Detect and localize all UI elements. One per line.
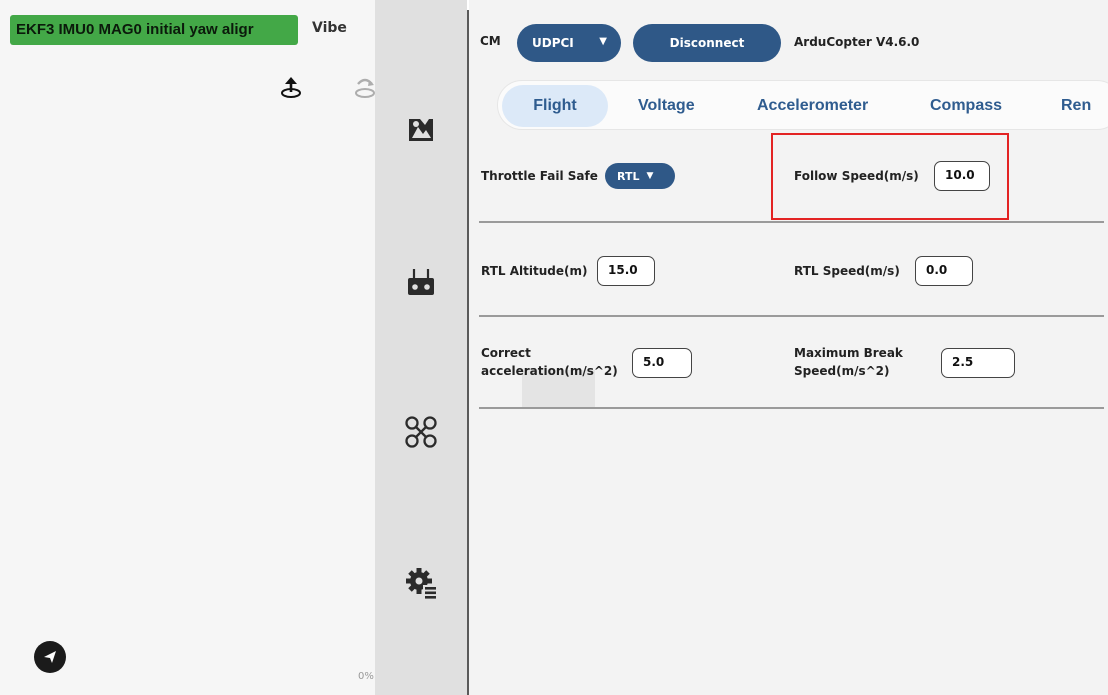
throttle-fail-safe-value: RTL: [617, 169, 640, 183]
rtl-altitude-field[interactable]: 15.0: [597, 256, 655, 286]
divider: [479, 407, 1104, 409]
highlight-box: [771, 133, 1009, 220]
rotate-icon[interactable]: [350, 72, 375, 102]
max-break-speed-label-line2: Speed(m/s^2): [794, 364, 890, 378]
radio-controller-icon[interactable]: [403, 264, 439, 300]
tabs-bar: Flight Voltage Accelerometer Compass Ren: [497, 80, 1108, 130]
percent-label: 0%: [358, 671, 374, 682]
setup-icon[interactable]: [403, 112, 439, 148]
vibe-label[interactable]: Vibe: [312, 20, 347, 36]
quadcopter-frame-icon[interactable]: [403, 414, 439, 450]
tab-voltage[interactable]: Voltage: [638, 85, 695, 127]
throttle-fail-safe-select[interactable]: RTL ▼: [605, 163, 675, 189]
correct-acceleration-label-line2: acceleration(m/s^2): [481, 364, 618, 378]
divider: [479, 315, 1104, 317]
rtl-speed-field[interactable]: 0.0: [915, 256, 973, 286]
parameters-gear-icon[interactable]: [403, 565, 439, 601]
tab-compass[interactable]: Compass: [930, 85, 1002, 127]
firmware-version: ArduCopter V4.6.0: [794, 35, 920, 49]
divider: [479, 221, 1104, 223]
rtl-altitude-label: RTL Altitude(m): [481, 264, 588, 278]
disconnect-button[interactable]: Disconnect: [633, 24, 781, 62]
chevron-down-icon: ▼: [599, 36, 607, 47]
max-break-speed-label-line1: Maximum Break: [794, 346, 903, 360]
send-icon[interactable]: [34, 641, 66, 673]
icon-rail: [375, 0, 467, 695]
flight-settings-panel: CM UDPCI ▼ Disconnect ArduCopter V4.6.0 …: [469, 0, 1108, 695]
max-break-speed-field[interactable]: 2.5: [941, 348, 1015, 378]
map-panel[interactable]: EKF3 IMU0 MAG0 initial yaw aligr Vibe 0%: [0, 0, 375, 695]
correct-acceleration-label: Correct acceleration(m/s^2): [481, 344, 618, 380]
status-banner: EKF3 IMU0 MAG0 initial yaw aligr: [10, 15, 298, 45]
cm-label: CM: [480, 34, 501, 48]
tab-flight[interactable]: Flight: [502, 85, 608, 127]
correct-acceleration-field[interactable]: 5.0: [632, 348, 692, 378]
max-break-speed-label: Maximum Break Speed(m/s^2): [794, 344, 903, 380]
tab-accelerometer[interactable]: Accelerometer: [757, 85, 868, 127]
upload-icon[interactable]: [276, 72, 306, 102]
tab-ren[interactable]: Ren: [1061, 85, 1091, 127]
correct-acceleration-label-line1: Correct: [481, 346, 531, 360]
connection-select[interactable]: UDPCI ▼: [517, 24, 621, 62]
throttle-fail-safe-label: Throttle Fail Safe: [481, 169, 598, 183]
connection-select-value: UDPCI: [532, 36, 574, 50]
chevron-down-icon: ▼: [646, 171, 654, 181]
rtl-speed-label: RTL Speed(m/s): [794, 264, 900, 278]
